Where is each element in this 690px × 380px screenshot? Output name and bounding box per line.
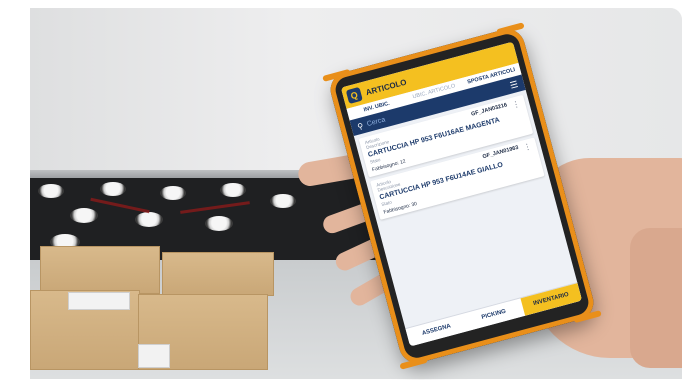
cardboard-box	[40, 246, 160, 294]
product-roll	[270, 194, 296, 208]
product-roll	[38, 184, 64, 198]
picking-button[interactable]: PICKING	[463, 298, 525, 331]
product-roll	[100, 182, 126, 196]
app-logo-icon[interactable]: Q	[345, 86, 363, 105]
product-roll	[135, 212, 163, 227]
product-roll	[70, 208, 98, 223]
product-roll	[205, 216, 233, 231]
menu-icon[interactable]: ☰	[509, 78, 520, 91]
cable	[180, 201, 250, 214]
product-roll	[160, 186, 186, 200]
assegna-button[interactable]: ASSEGNA	[406, 314, 468, 347]
warehouse-photo	[30, 8, 682, 379]
shipping-label	[68, 292, 130, 310]
search-icon[interactable]: ⚲	[356, 121, 364, 131]
inventario-button[interactable]: INVENTARIO	[520, 283, 583, 316]
cardboard-box	[162, 252, 274, 296]
shipping-label	[138, 344, 170, 368]
forearm	[630, 228, 682, 368]
product-roll	[220, 183, 246, 197]
cable	[90, 197, 150, 214]
